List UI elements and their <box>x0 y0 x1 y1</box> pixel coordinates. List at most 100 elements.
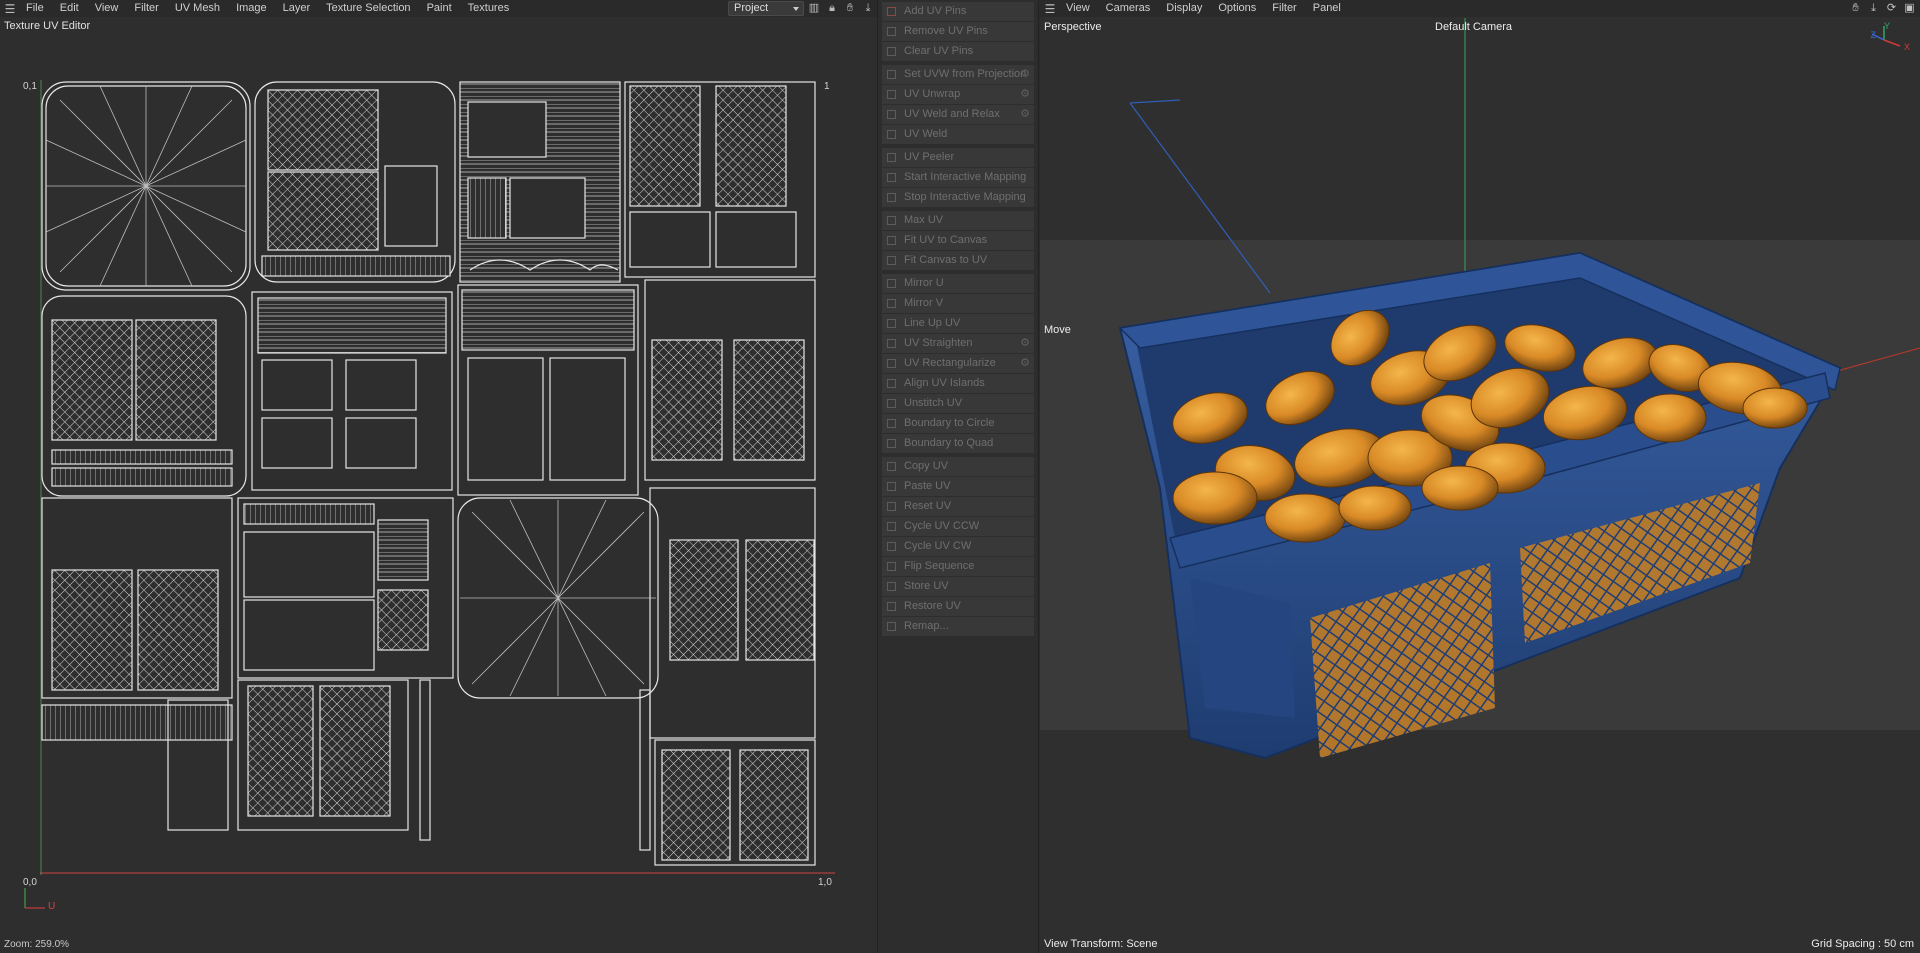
gear-icon[interactable]: ⚙ <box>1019 108 1031 120</box>
move-down-icon[interactable]: ⤓ <box>861 1 875 16</box>
active-tool-label: Move <box>1044 324 1071 336</box>
menu-textures[interactable]: Textures <box>460 0 518 17</box>
histogram-icon[interactable]: ▥ <box>807 1 821 16</box>
menu-layer[interactable]: Layer <box>275 0 319 17</box>
max-uv-button[interactable]: Max UV <box>882 211 1034 230</box>
menu-image[interactable]: Image <box>228 0 275 17</box>
set-uvw-from-projection-button[interactable]: Set UVW from Projection ⚙ <box>882 65 1034 84</box>
uv-commands-panel: Add UV Pins Remove UV Pins Clear UV Pins Se… <box>877 0 1039 953</box>
hand-pan-icon[interactable]: ✋︎ <box>1849 1 1862 16</box>
restore-uv-button[interactable]: Restore UV <box>882 597 1034 616</box>
menu-options[interactable]: Options <box>1210 0 1264 17</box>
uv-weld-button[interactable]: UV Weld <box>882 125 1034 144</box>
command-label: Line Up UV <box>904 317 961 329</box>
mirror-v-button[interactable]: Mirror V <box>882 294 1034 313</box>
uv-label-origin: 0,0 <box>23 877 37 888</box>
boundary-to-circle-button[interactable]: Boundary to Circle <box>882 414 1034 433</box>
line-up-icon <box>887 319 896 328</box>
cycle-uv-ccw-button[interactable]: Cycle UV CCW <box>882 517 1034 536</box>
boundary-to-quad-button[interactable]: Boundary to Quad <box>882 434 1034 453</box>
add-uv-pins-button[interactable]: Add UV Pins <box>882 2 1034 21</box>
menu-file[interactable]: File <box>18 0 52 17</box>
paste-uv-button[interactable]: Paste UV <box>882 477 1034 496</box>
uv-mesh-canvas[interactable] <box>40 80 835 875</box>
project-select[interactable]: Project <box>728 1 804 16</box>
menu-display[interactable]: Display <box>1158 0 1210 17</box>
command-label: Clear UV Pins <box>904 45 974 57</box>
uv-rectangularize-button[interactable]: UV Rectangularize ⚙ <box>882 354 1034 373</box>
menu-view[interactable]: View <box>87 0 127 17</box>
menu-cameras[interactable]: Cameras <box>1098 0 1159 17</box>
clear-pin-icon <box>887 47 896 56</box>
uv-unwrap-button[interactable]: UV Unwrap ⚙ <box>882 85 1034 104</box>
weld-icon <box>887 130 896 139</box>
view-transform-status: View Transform: Scene <box>1044 938 1158 950</box>
copy-uv-button[interactable]: Copy UV <box>882 457 1034 476</box>
projection-icon <box>887 70 896 79</box>
command-label: Stop Interactive Mapping <box>904 191 1026 203</box>
command-label: UV Rectangularize <box>904 357 996 369</box>
camera-label[interactable]: Default Camera <box>1435 21 1512 33</box>
cycle-uv-cw-button[interactable]: Cycle UV CW <box>882 537 1034 556</box>
unstitch-uv-button[interactable]: Unstitch UV <box>882 394 1034 413</box>
menu-paint[interactable]: Paint <box>419 0 460 17</box>
menu-panel[interactable]: Panel <box>1305 0 1349 17</box>
menu-filter[interactable]: Filter <box>126 0 166 17</box>
gear-icon[interactable]: ⚙ <box>1019 88 1031 100</box>
rectangularize-icon <box>887 359 896 368</box>
play-icon <box>887 173 896 182</box>
start-interactive-mapping-button[interactable]: Start Interactive Mapping <box>882 168 1034 187</box>
remap-button[interactable]: Remap... <box>882 617 1034 636</box>
remove-uv-pins-button[interactable]: Remove UV Pins <box>882 22 1034 41</box>
fit-uv-to-canvas-button[interactable]: Fit UV to Canvas <box>882 231 1034 250</box>
line-up-uv-button[interactable]: Line Up UV <box>882 314 1034 333</box>
gear-icon[interactable]: ⚙ <box>1019 337 1031 349</box>
command-label: Unstitch UV <box>904 397 963 409</box>
hamburger-menu-icon[interactable]: ☰ <box>2 0 18 17</box>
maximize-icon[interactable]: ▣ <box>1903 1 1916 16</box>
command-label: Add UV Pins <box>904 5 967 17</box>
gear-icon[interactable]: ⚙ <box>1019 357 1031 369</box>
hamburger-menu-icon[interactable]: ☰ <box>1042 0 1058 17</box>
command-label: Reset UV <box>904 500 952 512</box>
lock-icon[interactable]: 🔒︎ <box>825 1 839 16</box>
viewport-label[interactable]: Perspective <box>1044 21 1101 33</box>
command-label: Boundary to Circle <box>904 417 995 429</box>
menu-filter[interactable]: Filter <box>1264 0 1304 17</box>
reset-uv-button[interactable]: Reset UV <box>882 497 1034 516</box>
gear-icon[interactable]: ⚙ <box>1019 68 1031 80</box>
command-label: Set UVW from Projection <box>904 68 1027 80</box>
clear-uv-pins-button[interactable]: Clear UV Pins <box>882 42 1034 61</box>
stop-interactive-mapping-button[interactable]: Stop Interactive Mapping <box>882 188 1034 207</box>
rotate-icon[interactable]: ⟳ <box>1885 1 1898 16</box>
menu-view[interactable]: View <box>1058 0 1098 17</box>
chevron-down-icon <box>793 7 799 11</box>
uv-straighten-button[interactable]: UV Straighten ⚙ <box>882 334 1034 353</box>
uv-editor-menubar: ☰ File Edit View Filter UV Mesh Image La… <box>0 0 877 17</box>
flip-sequence-button[interactable]: Flip Sequence <box>882 557 1034 576</box>
viewport-toolbar: ✋︎ ⤓ ⟳ ▣ <box>1849 1 1916 16</box>
hand-pan-icon[interactable]: ✋︎ <box>843 1 857 16</box>
mirror-u-button[interactable]: Mirror U <box>882 274 1034 293</box>
uv-editor-toolbar: ▥ 🔒︎ ✋︎ ⤓ <box>807 1 875 16</box>
move-down-icon[interactable]: ⤓ <box>1867 1 1880 16</box>
store-uv-button[interactable]: Store UV <box>882 577 1034 596</box>
align-uv-islands-button[interactable]: Align UV Islands <box>882 374 1034 393</box>
cycle-ccw-icon <box>887 522 896 531</box>
menu-edit[interactable]: Edit <box>52 0 87 17</box>
fit-uv-icon <box>887 236 896 245</box>
menu-texture-selection[interactable]: Texture Selection <box>318 0 418 17</box>
uv-label-top-left: 0,1 <box>23 81 37 92</box>
3d-viewport[interactable]: Perspective Default Camera Move View Tra… <box>1040 18 1920 953</box>
reset-icon <box>887 502 896 511</box>
copy-icon <box>887 462 896 471</box>
command-label: Align UV Islands <box>904 377 985 389</box>
command-label: UV Weld and Relax <box>904 108 1000 120</box>
fit-canvas-to-uv-button[interactable]: Fit Canvas to UV <box>882 251 1034 270</box>
uv-weld-and-relax-button[interactable]: UV Weld and Relax ⚙ <box>882 105 1034 124</box>
command-label: Fit UV to Canvas <box>904 234 988 246</box>
command-label: Flip Sequence <box>904 560 975 572</box>
menu-uv-mesh[interactable]: UV Mesh <box>167 0 228 17</box>
unstitch-icon <box>887 399 896 408</box>
uv-peeler-button[interactable]: UV Peeler <box>882 148 1034 167</box>
